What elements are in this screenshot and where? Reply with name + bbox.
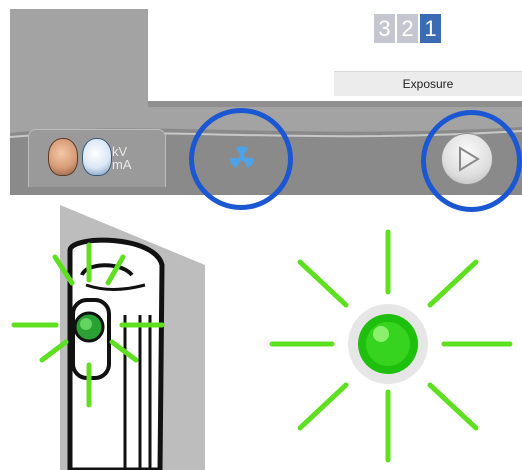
device-light-glow — [11, 242, 165, 408]
technician-head-icon — [82, 138, 112, 176]
patient-head-icon — [48, 138, 78, 176]
step-1: 1 — [420, 14, 441, 43]
step-indicator: 3 2 1 — [374, 14, 441, 43]
exposure-label: Exposure — [334, 71, 522, 96]
step-2: 2 — [397, 14, 418, 43]
highlight-circle-play — [421, 110, 522, 212]
ma-label: mA — [112, 157, 132, 172]
highlight-circle-radiation — [189, 108, 293, 210]
exposure-light-icon — [269, 229, 513, 463]
step-3: 3 — [374, 14, 395, 43]
